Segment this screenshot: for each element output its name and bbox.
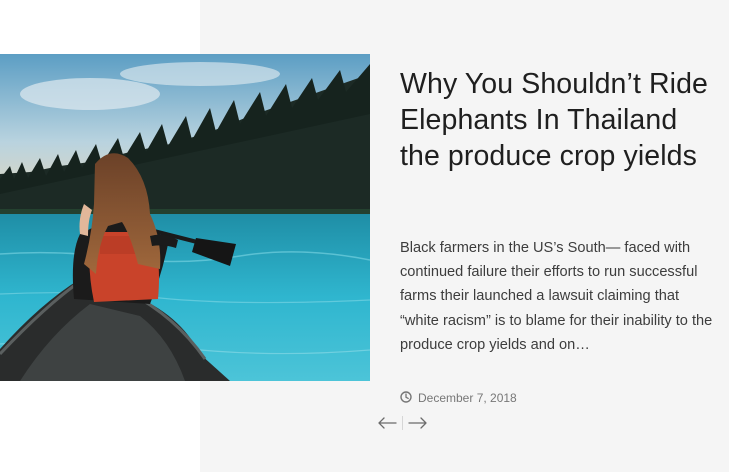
post-date: December 7, 2018 [418, 391, 517, 405]
post-excerpt: Black farmers in the US’s South— faced w… [400, 240, 713, 353]
previous-slide-button[interactable] [374, 412, 400, 434]
navigation-divider [402, 416, 403, 430]
slider-navigation [374, 412, 431, 434]
arrow-left-icon [378, 417, 397, 429]
post-title[interactable]: Why You Shouldn’t Ride Elephants In Thai… [400, 66, 710, 174]
next-slide-button[interactable] [405, 412, 431, 434]
arrow-right-icon [408, 417, 427, 429]
clock-icon [400, 390, 412, 406]
post-meta: December 7, 2018 [400, 389, 517, 407]
featured-image[interactable] [0, 54, 370, 381]
